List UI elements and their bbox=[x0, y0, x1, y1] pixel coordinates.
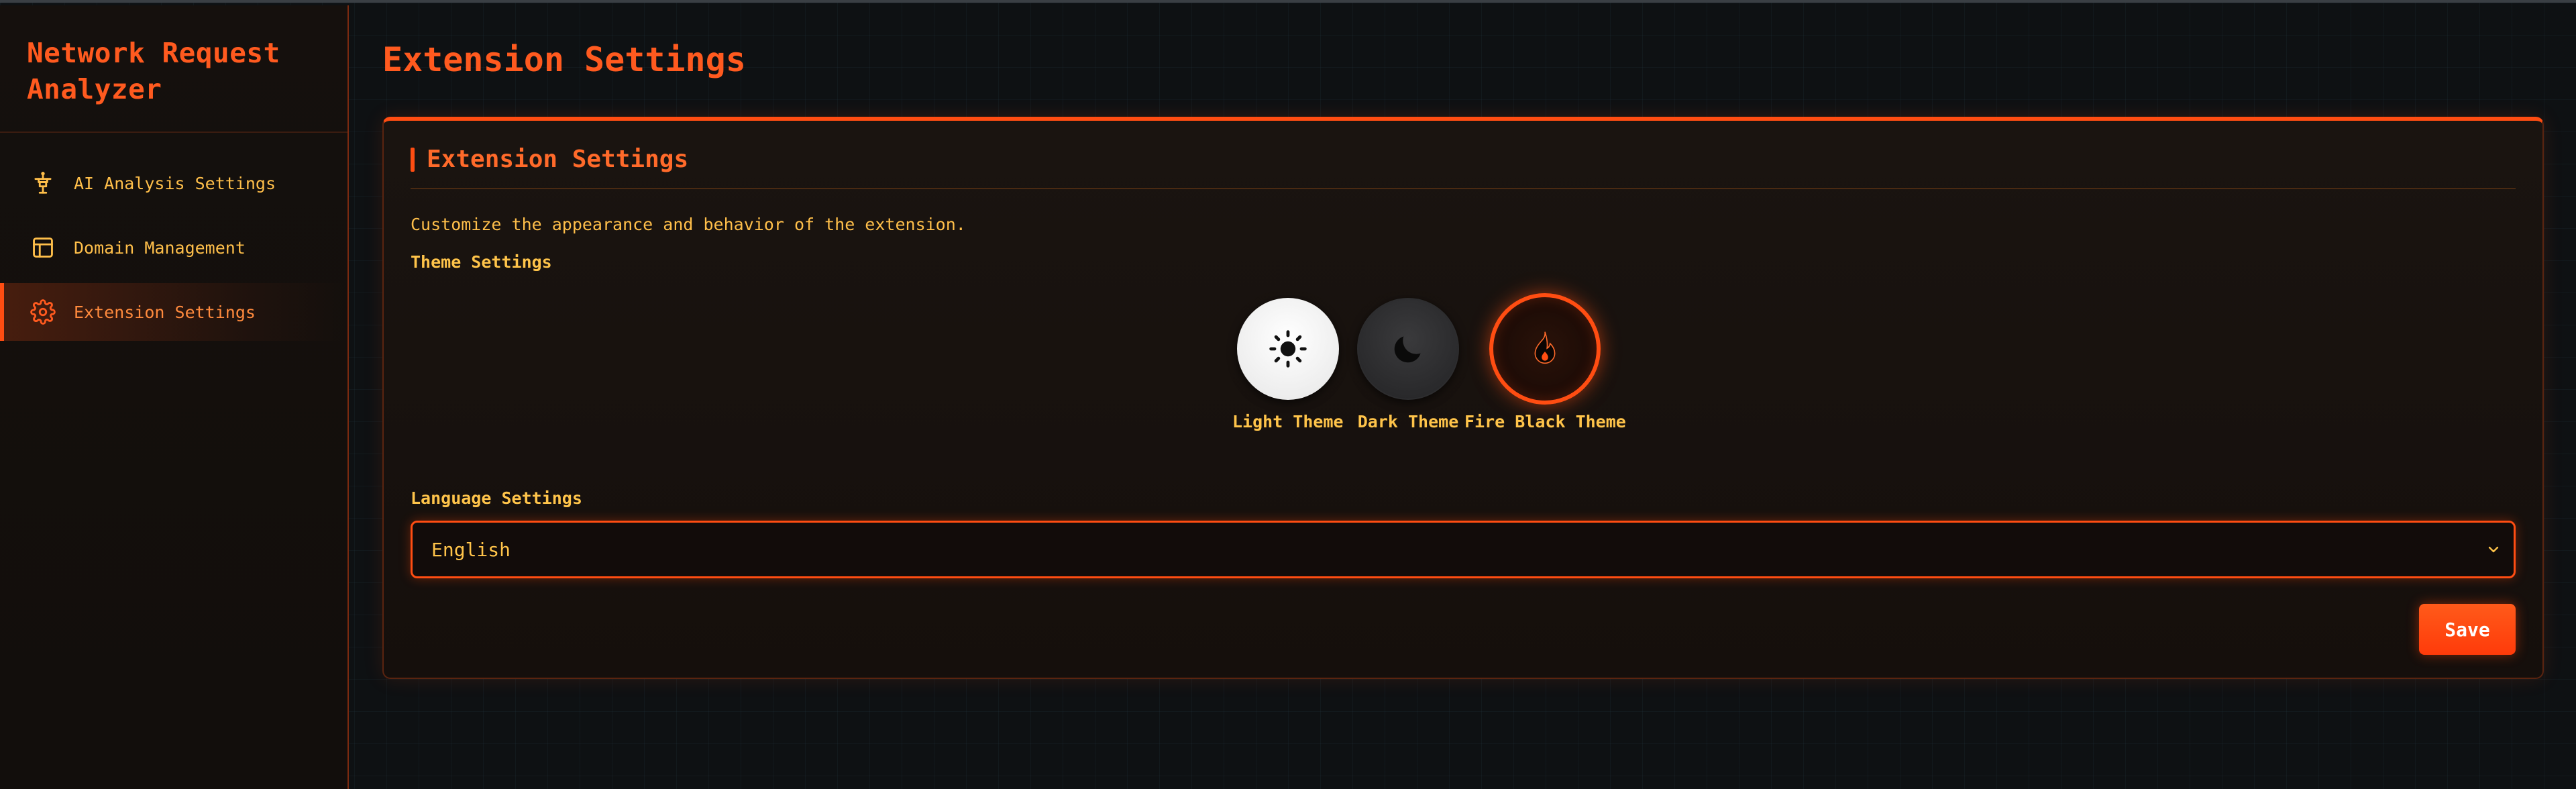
theme-circle-dark[interactable] bbox=[1357, 298, 1459, 400]
sun-icon bbox=[1269, 330, 1307, 368]
app-title: Network Request Analyzer bbox=[27, 37, 280, 105]
theme-circle-light[interactable] bbox=[1236, 298, 1339, 400]
chevron-down-icon bbox=[2488, 546, 2499, 553]
card-title-accent-bar bbox=[411, 148, 415, 172]
sidebar-item-domain-management[interactable]: Domain Management bbox=[0, 219, 347, 276]
sidebar: Network Request Analyzer AI Analysis Set… bbox=[0, 5, 349, 789]
sidebar-item-ai-analysis-settings[interactable]: AI Analysis Settings bbox=[0, 154, 347, 212]
flame-icon bbox=[1534, 331, 1556, 364]
theme-settings-label: Theme Settings bbox=[411, 252, 552, 272]
language-select-value: English bbox=[431, 538, 511, 561]
card-header: Extension Settings bbox=[411, 145, 2516, 189]
theme-option-fire-black[interactable]: Fire Black Theme bbox=[1464, 293, 1626, 431]
theme-option-dark[interactable]: Dark Theme bbox=[1357, 298, 1459, 431]
language-select[interactable]: English bbox=[411, 521, 2516, 578]
sidebar-item-extension-settings[interactable]: Extension Settings bbox=[0, 283, 347, 341]
page-title: Extension Settings bbox=[382, 40, 746, 79]
settings-card: Extension Settings Customize the appeara… bbox=[382, 117, 2544, 679]
sidebar-item-label: Domain Management bbox=[74, 238, 246, 258]
theme-label-fire-black: Fire Black Theme bbox=[1464, 412, 1626, 431]
sidebar-nav: AI Analysis Settings Domain Management E… bbox=[0, 133, 347, 341]
app-window: Network Request Analyzer AI Analysis Set… bbox=[0, 0, 2576, 789]
sidebar-item-label: Extension Settings bbox=[74, 302, 256, 322]
moon-icon bbox=[1394, 336, 1421, 363]
theme-circle-fire-black[interactable] bbox=[1489, 293, 1601, 405]
card-description: Customize the appearance and behavior of… bbox=[411, 215, 966, 234]
theme-options: Light Theme Dark Theme Fire Black Theme bbox=[384, 293, 2542, 439]
theme-label-light: Light Theme bbox=[1232, 412, 1344, 431]
theme-option-light[interactable]: Light Theme bbox=[1232, 298, 1344, 431]
card-title: Extension Settings bbox=[427, 146, 689, 173]
main-content: Extension Settings Extension Settings Cu… bbox=[350, 5, 2576, 789]
gear-icon bbox=[28, 297, 58, 327]
save-button[interactable]: Save bbox=[2419, 604, 2516, 655]
sidebar-header: Network Request Analyzer bbox=[0, 5, 347, 133]
ai-robot-icon bbox=[28, 168, 58, 198]
sidebar-item-label: AI Analysis Settings bbox=[74, 173, 276, 193]
theme-label-dark: Dark Theme bbox=[1357, 412, 1459, 431]
language-settings-label: Language Settings bbox=[411, 488, 582, 508]
layout-panel-icon bbox=[28, 233, 58, 262]
